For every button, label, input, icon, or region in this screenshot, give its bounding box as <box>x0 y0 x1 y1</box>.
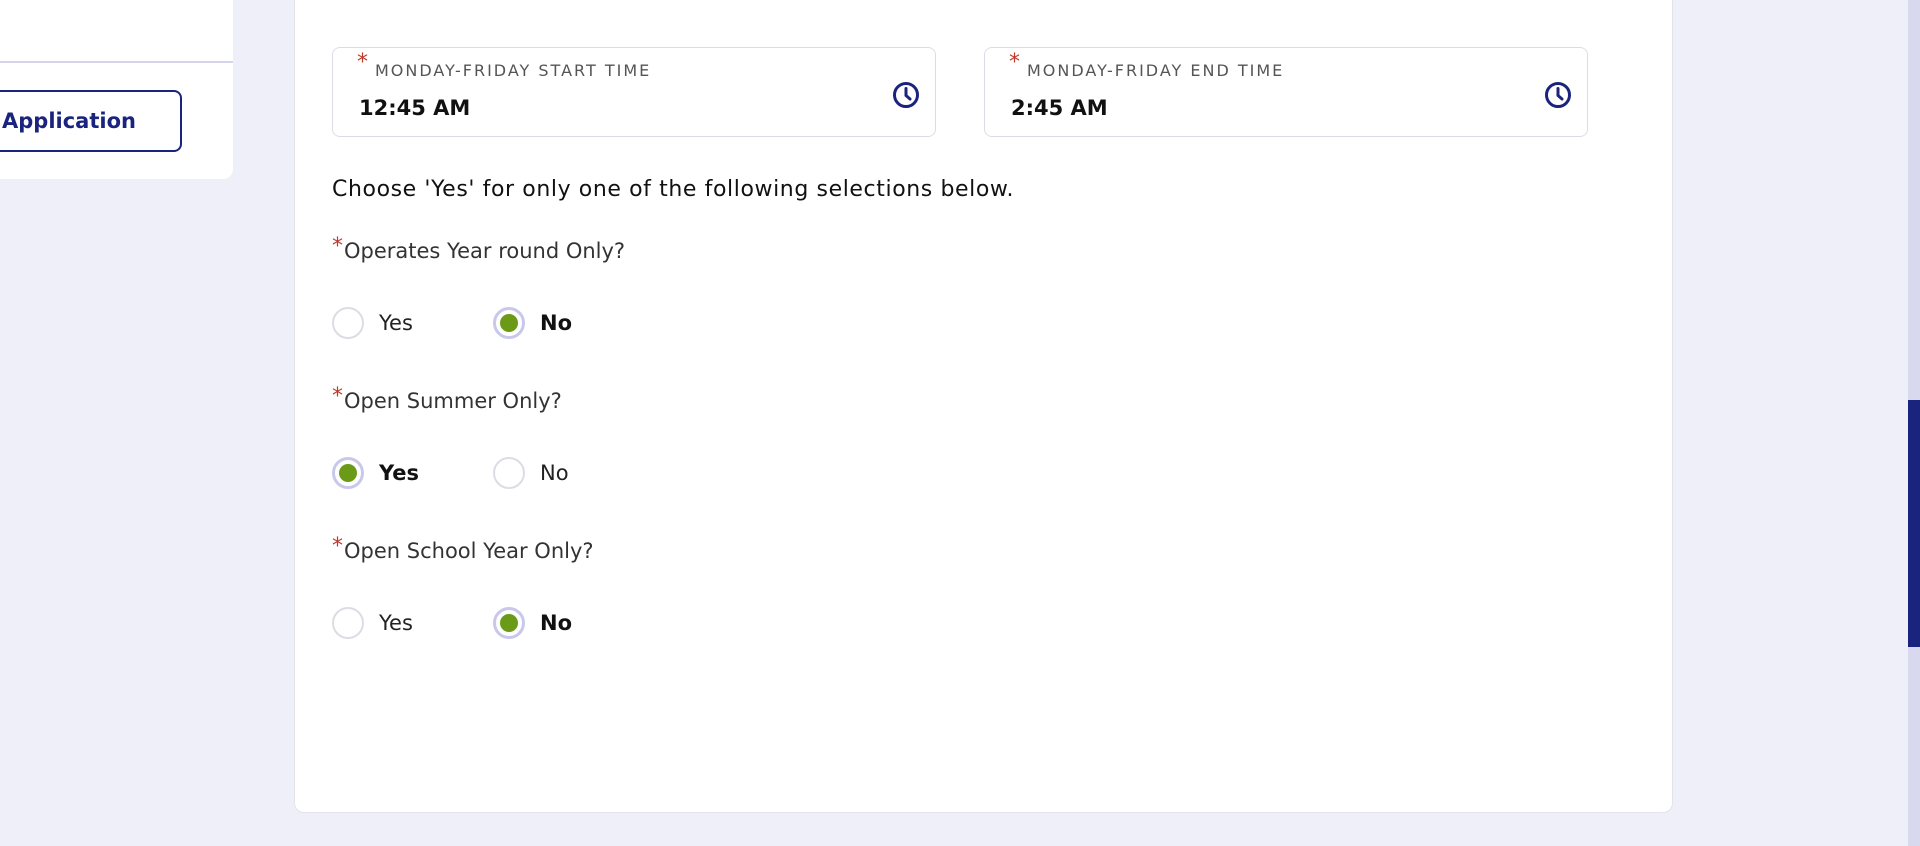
radio-yes[interactable]: Yes <box>332 307 413 339</box>
radio-label-no: No <box>540 461 569 485</box>
start-time-value[interactable]: 12:45 AM <box>359 96 470 120</box>
radio-yes[interactable]: Yes <box>332 607 413 639</box>
question-year-round: *Operates Year round Only? <box>332 234 626 264</box>
radio-yes[interactable]: Yes <box>332 457 419 489</box>
radio-label-yes: Yes <box>379 461 420 485</box>
radio-circle-checked[interactable] <box>493 307 525 339</box>
required-marker: * <box>357 50 368 75</box>
radio-circle[interactable] <box>332 607 364 639</box>
end-time-label: MONDAY-FRIDAY END TIME <box>1027 61 1285 80</box>
clock-icon[interactable] <box>1544 81 1572 109</box>
radio-circle-checked[interactable] <box>493 607 525 639</box>
radio-label-no: No <box>540 611 573 635</box>
sidebar-divider <box>0 61 233 63</box>
radio-no[interactable]: No <box>493 607 572 639</box>
radio-label-yes: Yes <box>379 311 413 335</box>
sidebar-card: Application <box>0 0 233 179</box>
question-label: Open School Year Only? <box>344 539 594 563</box>
end-time-value[interactable]: 2:45 AM <box>1011 96 1108 120</box>
start-time-field[interactable]: * MONDAY-FRIDAY START TIME 12:45 AM <box>332 47 936 137</box>
end-time-field[interactable]: * MONDAY-FRIDAY END TIME 2:45 AM <box>984 47 1588 137</box>
radio-label-no: No <box>540 311 573 335</box>
question-school-year: *Open School Year Only? <box>332 534 594 564</box>
required-marker: * <box>332 534 343 559</box>
start-time-label: MONDAY-FRIDAY START TIME <box>375 61 652 80</box>
instructions-text: Choose 'Yes' for only one of the followi… <box>332 177 1015 202</box>
radio-label-yes: Yes <box>379 611 413 635</box>
radio-circle-checked[interactable] <box>332 457 364 489</box>
application-button[interactable]: Application <box>0 90 182 152</box>
radio-circle[interactable] <box>332 307 364 339</box>
question-label: Operates Year round Only? <box>344 239 626 263</box>
required-marker: * <box>332 234 343 259</box>
required-marker: * <box>1009 50 1020 75</box>
application-button-label: Application <box>2 109 136 133</box>
radio-circle[interactable] <box>493 457 525 489</box>
question-label: Open Summer Only? <box>344 389 562 413</box>
scrollbar-thumb[interactable] <box>1908 400 1920 647</box>
question-summer: *Open Summer Only? <box>332 384 562 414</box>
form-card: * MONDAY-FRIDAY START TIME 12:45 AM * MO… <box>294 0 1673 813</box>
required-marker: * <box>332 384 343 409</box>
radio-no[interactable]: No <box>493 457 569 489</box>
clock-icon[interactable] <box>892 81 920 109</box>
radio-no[interactable]: No <box>493 307 572 339</box>
